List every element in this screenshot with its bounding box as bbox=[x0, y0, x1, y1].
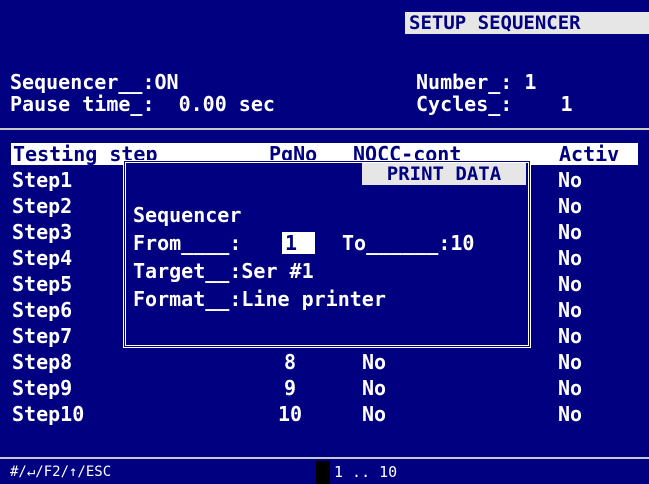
sequencer-field[interactable]: Sequencer__:ON bbox=[10, 70, 179, 94]
from-label: From____: bbox=[133, 231, 242, 255]
header-activ: Activ bbox=[559, 142, 620, 166]
step-name: Step10 bbox=[12, 402, 85, 426]
pause-time-field[interactable]: Pause time_: 0.00 sec bbox=[10, 92, 275, 116]
step-activ: No bbox=[558, 194, 583, 218]
range-indicator: 1 .. 10 bbox=[334, 463, 398, 481]
to-field[interactable]: To______:10 bbox=[342, 231, 474, 255]
dialog-section-label: Sequencer bbox=[133, 203, 242, 227]
step-name: Step1 bbox=[12, 168, 73, 192]
step-activ: No bbox=[558, 324, 583, 348]
step-pgno: 9 bbox=[284, 376, 297, 400]
step-activ: No bbox=[558, 402, 583, 426]
number-field[interactable]: Number_: 1 bbox=[416, 70, 536, 94]
step-activ: No bbox=[558, 168, 583, 192]
dialog-title: PRINT DATA bbox=[362, 163, 526, 185]
step-pgno: 10 bbox=[278, 402, 303, 426]
step-nocc: No bbox=[362, 402, 387, 426]
divider bbox=[0, 128, 649, 130]
step-activ: No bbox=[558, 350, 583, 374]
step-activ: No bbox=[558, 272, 583, 296]
cycles-field[interactable]: Cycles_: 1 bbox=[416, 92, 573, 116]
step-name: Step5 bbox=[12, 272, 73, 296]
cursor-block bbox=[316, 461, 330, 484]
step-nocc: No bbox=[362, 376, 387, 400]
status-bar: #/↵/F2/↑/ESC 1 .. 10 bbox=[0, 457, 649, 484]
setup-sequencer-screen: SETUP SEQUENCER Sequencer__:ON Pause tim… bbox=[0, 0, 649, 484]
screen-title: SETUP SEQUENCER bbox=[405, 12, 649, 34]
step-activ: No bbox=[558, 376, 583, 400]
step-name: Step4 bbox=[12, 246, 73, 270]
table-row[interactable]: Step10 10 No No bbox=[0, 402, 649, 427]
step-name: Step8 bbox=[12, 350, 73, 374]
step-name: Step7 bbox=[12, 324, 73, 348]
step-nocc: No bbox=[362, 350, 387, 374]
step-activ: No bbox=[558, 220, 583, 244]
step-activ: No bbox=[558, 298, 583, 322]
key-hints: #/↵/F2/↑/ESC bbox=[10, 464, 112, 480]
step-name: Step3 bbox=[12, 220, 73, 244]
format-field[interactable]: Format__:Line printer bbox=[133, 287, 386, 311]
from-input[interactable]: 1 bbox=[282, 232, 315, 254]
step-activ: No bbox=[558, 246, 583, 270]
table-row[interactable]: Step9 9 No No bbox=[0, 376, 649, 401]
print-data-dialog: PRINT DATA Sequencer From____: 1 To_____… bbox=[123, 160, 531, 348]
step-name: Step2 bbox=[12, 194, 73, 218]
table-row[interactable]: Step8 8 No No bbox=[0, 350, 649, 375]
step-pgno: 8 bbox=[284, 350, 297, 374]
target-field[interactable]: Target__:Ser #1 bbox=[133, 259, 314, 283]
step-name: Step9 bbox=[12, 376, 73, 400]
step-name: Step6 bbox=[12, 298, 73, 322]
